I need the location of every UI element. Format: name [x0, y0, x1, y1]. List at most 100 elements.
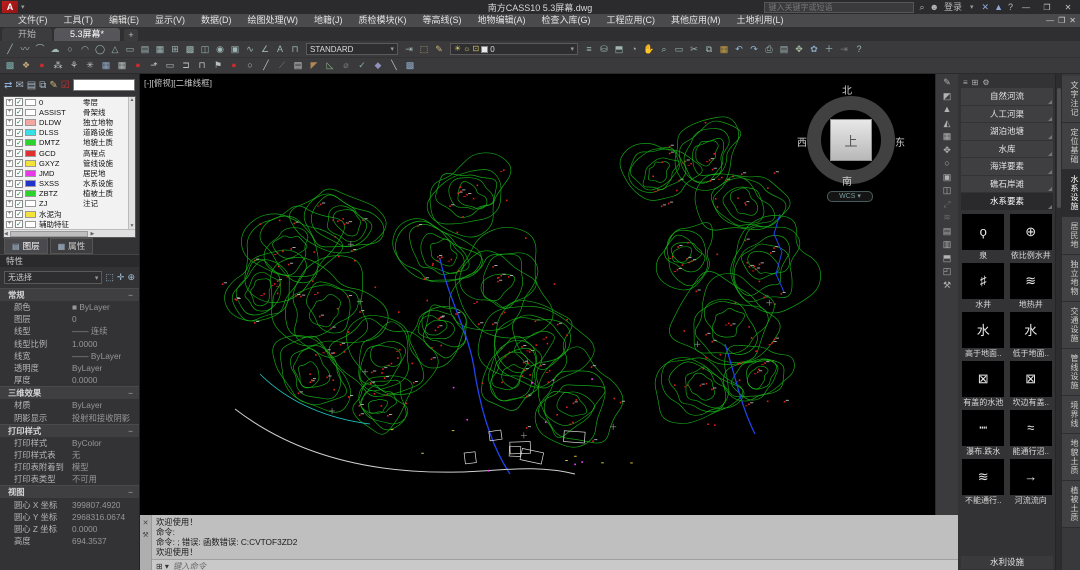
search-input[interactable]	[764, 2, 914, 13]
drawing-canvas[interactable]: [-][俯视][二维线框] 北 南 西 东 上 WCS ▾	[140, 74, 935, 515]
text-style-select[interactable]: STANDARD ▾	[306, 43, 398, 55]
symbol-item[interactable]: ⊠ 坎边有盖..	[1009, 361, 1054, 409]
layer-color-swatch[interactable]	[25, 200, 36, 207]
menu-item[interactable]: 绘图处理(W)	[240, 14, 307, 27]
cass-tool-icon[interactable]: ○	[243, 59, 257, 72]
symbol-item[interactable]: ┉ 瀑布.跌水	[961, 410, 1006, 458]
symbol-preview-icon[interactable]: ≋	[1010, 263, 1052, 299]
menu-item[interactable]: 地物编辑(A)	[470, 14, 534, 27]
expand-icon[interactable]: +	[6, 190, 13, 197]
tab-active-document[interactable]: 5.3屏幕*	[54, 28, 120, 41]
layer-color-swatch[interactable]	[25, 109, 36, 116]
toolbar-icon[interactable]: ↷	[747, 43, 761, 56]
toolbar-icon[interactable]: ⇥	[837, 43, 851, 56]
draw-tool-icon[interactable]: ∠	[258, 43, 272, 56]
symbol-preview-icon[interactable]: ♯	[962, 263, 1004, 299]
property-row[interactable]: 材质ByLayer	[0, 399, 139, 411]
command-input-row[interactable]: ⊞ ▾ 键入命令	[152, 559, 958, 570]
menu-icon[interactable]: ≡	[963, 78, 968, 87]
nav-tool-icon[interactable]: ▤	[943, 226, 952, 236]
toolbar-icon[interactable]: ✿	[807, 43, 821, 56]
cass-tool-icon[interactable]: ▩	[403, 59, 417, 72]
property-row[interactable]: 打印表类型不可用	[0, 473, 139, 485]
draw-tool-icon[interactable]: ╱	[3, 43, 17, 56]
tab-properties[interactable]: ▦属性	[50, 238, 94, 254]
nav-tool-icon[interactable]: ⚒	[943, 280, 951, 290]
tab-start[interactable]: 开始	[2, 28, 52, 41]
expand-icon[interactable]: +	[6, 170, 13, 177]
wrench-icon[interactable]: ⚒	[142, 531, 148, 539]
nav-tool-icon[interactable]: ▣	[943, 172, 952, 182]
section-header[interactable]: 视图−	[0, 485, 139, 498]
property-row[interactable]: 线型—— 连续	[0, 325, 139, 337]
property-row[interactable]: 打印样式表无	[0, 449, 139, 461]
cass-tool-icon[interactable]: ▤	[291, 59, 305, 72]
toolbar-icon[interactable]: ✋	[642, 43, 656, 56]
cass-tool-icon[interactable]: ◤	[307, 59, 321, 72]
draw-tool-icon[interactable]: ⊓	[288, 43, 302, 56]
cass-tool-icon[interactable]: ╲	[387, 59, 401, 72]
symbol-item[interactable]: ≋ 不能通行..	[961, 459, 1006, 507]
quick-access-caret-icon[interactable]: ▾	[21, 3, 25, 11]
nav-tool-icon[interactable]: ◭	[944, 118, 951, 128]
command-history[interactable]: 欢迎使用！命令:命令: ; 错误: 函数错误: C:CVTOF3ZD2欢迎使用！	[152, 515, 958, 559]
expand-icon[interactable]: +	[6, 119, 13, 126]
category-tab[interactable]: 植被土质	[1062, 481, 1080, 528]
toolbar-icon[interactable]: ⬚	[417, 43, 431, 56]
layer-color-swatch[interactable]	[25, 190, 36, 197]
toolbar-icon[interactable]: ◔	[627, 43, 641, 56]
command-input-placeholder[interactable]: 键入命令	[173, 560, 206, 570]
close-icon[interactable]: ✕	[143, 519, 149, 527]
layer-row[interactable]: + ✓ SXSS 水系设施	[4, 179, 128, 189]
expand-icon[interactable]: +	[6, 150, 13, 157]
toolbar-icon[interactable]: ✥	[792, 43, 806, 56]
cass-tool-icon[interactable]: ▩	[3, 59, 17, 72]
layer-visibility-checkbox[interactable]: ✓	[15, 159, 23, 167]
property-row[interactable]: 圆心 X 坐标399807.4920	[0, 498, 139, 510]
cass-tool-icon[interactable]: ✓	[355, 59, 369, 72]
nav-tool-icon[interactable]: ◰	[943, 266, 952, 276]
view-cube-top-face[interactable]: 上	[830, 119, 872, 161]
quick-select-icon[interactable]: ⊕	[127, 272, 135, 283]
toolbar-icon[interactable]: ≡	[582, 43, 596, 56]
layer-palette-icon[interactable]: ▤	[27, 80, 36, 91]
expand-icon[interactable]: +	[6, 99, 13, 106]
property-row[interactable]: 圆心 Y 坐标2968316.0674	[0, 511, 139, 523]
symbol-group-item[interactable]: 水系要素	[961, 193, 1053, 210]
compass-east-label[interactable]: 东	[895, 134, 905, 149]
x-social-icon[interactable]: ✕	[982, 2, 990, 13]
cass-tool-icon[interactable]: ⌀	[339, 59, 353, 72]
expand-icon[interactable]: +	[6, 139, 13, 146]
app-logo-icon[interactable]: A	[2, 1, 18, 13]
menu-item[interactable]: 工程应用(C)	[599, 14, 664, 27]
cass-tool-icon[interactable]: ●	[227, 59, 241, 72]
layer-row[interactable]: + ✓ 辅助特征	[4, 219, 128, 229]
cass-tool-icon[interactable]: ▦	[99, 59, 113, 72]
toggle-pickadd-icon[interactable]: ⬚	[105, 272, 114, 283]
doc-minimize-button[interactable]: —	[1046, 16, 1054, 25]
scrollbar-thumb[interactable]	[1057, 88, 1061, 208]
cass-tool-icon[interactable]: ⬏	[147, 59, 161, 72]
cass-tool-icon[interactable]: ◆	[371, 59, 385, 72]
command-prompt-icon[interactable]: ⊞ ▾	[156, 562, 169, 570]
selection-dropdown[interactable]: 无选择 ▾	[4, 271, 102, 284]
symbol-group-item[interactable]: 自然河流	[961, 88, 1053, 105]
layer-row[interactable]: + ✓ DMTZ 地貌土质	[4, 138, 128, 148]
expand-icon[interactable]: +	[6, 221, 13, 228]
layer-row[interactable]: + ✓ ASSIST 骨架线	[4, 107, 128, 117]
layer-color-swatch[interactable]	[25, 150, 36, 157]
toolbar-icon[interactable]: ⇥	[402, 43, 416, 56]
draw-tool-icon[interactable]: 〰	[18, 43, 32, 56]
draw-tool-icon[interactable]: A	[273, 43, 287, 56]
draw-tool-icon[interactable]: ▭	[123, 43, 137, 56]
cass-tool-icon[interactable]: ⊐	[179, 59, 193, 72]
layer-visibility-checkbox[interactable]: ✓	[15, 180, 23, 188]
toolbar-icon[interactable]: ⌕	[657, 43, 671, 56]
nav-tool-icon[interactable]: ✥	[943, 145, 951, 155]
toolbar-icon[interactable]: ⧉	[702, 43, 716, 56]
grid-view-icon[interactable]: ⊞	[972, 78, 979, 87]
layer-row[interactable]: + ✓ GXYZ 管线设施	[4, 158, 128, 168]
symbol-item[interactable]: ≈ 能通行沼..	[1009, 410, 1054, 458]
compass-north-label[interactable]: 北	[842, 82, 852, 97]
layer-visibility-checkbox[interactable]: ✓	[15, 108, 23, 116]
